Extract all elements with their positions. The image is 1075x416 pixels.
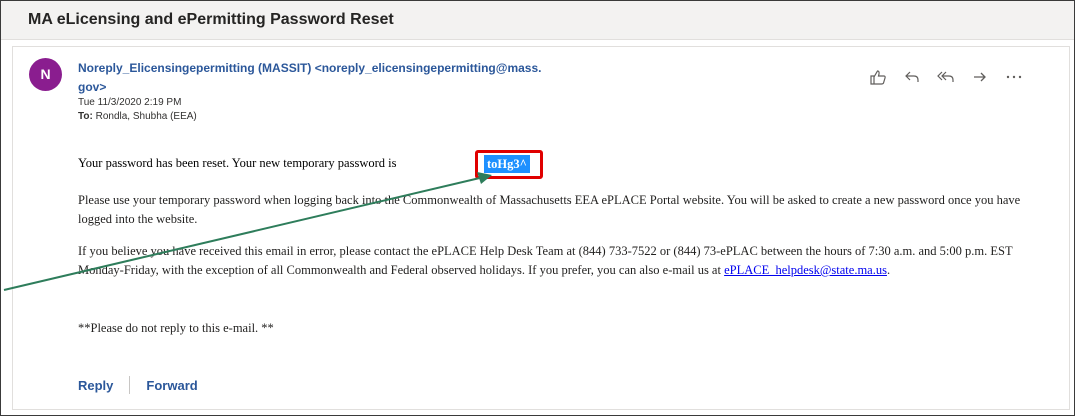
subject-bar: MA eLicensing and ePermitting Password R… [1, 1, 1074, 40]
email-subject: MA eLicensing and ePermitting Password R… [28, 11, 394, 28]
sender-line-1: Noreply_Elicensingepermitting (MASSIT) <… [78, 61, 542, 75]
temporary-password[interactable]: toHg3^ [484, 155, 530, 173]
recipient-name[interactable]: Rondla, Shubha (EEA) [96, 111, 197, 122]
help-paragraph: If you believe you have received this em… [78, 242, 1053, 280]
sender-line-2: gov> [78, 80, 107, 94]
more-icon[interactable] [1002, 66, 1026, 88]
reply-icon[interactable] [900, 66, 924, 88]
reply-actions: Reply Forward [78, 376, 198, 394]
divider [129, 376, 131, 394]
message-actions [866, 66, 1036, 88]
helpdesk-email-link[interactable]: ePLACE_helpdesk@state.ma.us [724, 263, 887, 277]
instructions-paragraph: Please use your temporary password when … [78, 193, 1021, 226]
like-icon[interactable] [866, 66, 890, 88]
forward-button[interactable]: Forward [146, 378, 197, 393]
forward-icon[interactable] [968, 66, 992, 88]
help-suffix: . [886, 263, 891, 277]
to-label: To: [78, 111, 93, 122]
sender-address[interactable]: Noreply_Elicensingepermitting (MASSIT) <… [78, 59, 598, 97]
sent-date: Tue 11/3/2020 2:19 PM [78, 97, 182, 108]
avatar[interactable]: N [29, 58, 62, 91]
recipient-line: To: Rondla, Shubha (EEA) [78, 111, 197, 122]
reply-button[interactable]: Reply [78, 378, 113, 393]
no-reply-notice: **Please do not reply to this e-mail. ** [78, 321, 274, 335]
reset-notice: Your password has been reset. Your new t… [78, 156, 397, 170]
reply-all-icon[interactable] [934, 66, 958, 88]
